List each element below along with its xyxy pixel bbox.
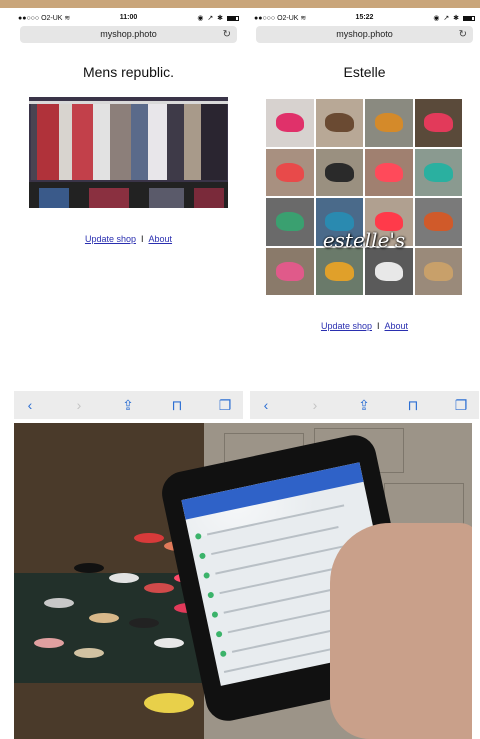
status-bar: ●●○○○ O2-UK ≋ 15:22 ◉ ↗ ✱ [250,12,479,26]
battery-icon [227,15,239,21]
status-glyphs: ◉ ↗ ✱ [197,15,225,22]
collage-tile [365,247,413,295]
sandal [144,693,194,713]
floor-item [194,188,224,208]
shoe-photo-collage [266,99,462,295]
clothing-rack-photo [29,97,228,208]
collage-tile [414,247,462,295]
shop-footer-links: Update shop I About [14,234,243,244]
phone-screen-mens-republic: ●●○○○ O2-UK ≋ 11:00 ◉ ↗ ✱ myshop.photo ↻… [14,8,243,390]
garment [37,104,61,180]
about-link[interactable]: About [149,234,173,244]
collage-tile [365,99,413,147]
address-bar[interactable]: myshop.photo ↻ [256,26,473,43]
top-photo-strip [0,0,480,8]
collage-tile [414,148,462,196]
url-text: myshop.photo [336,29,393,39]
status-icons: ◉ ↗ ✱ [197,14,239,22]
garment [93,104,111,180]
forward-icon[interactable]: › [305,395,325,415]
floor-item [149,188,184,208]
collage-tile [365,148,413,196]
link-separator: I [141,234,144,244]
url-text: myshop.photo [100,29,157,39]
about-link[interactable]: About [385,321,409,331]
sandal [109,573,139,583]
collage-tile [315,247,363,295]
estelles-logo-text: estelle's [322,228,406,252]
collage-tile [315,99,363,147]
floor-item [89,188,129,208]
sandal [129,618,159,628]
update-shop-link[interactable]: Update shop [321,321,372,331]
garment [148,104,168,180]
tabs-icon[interactable]: ❐ [215,395,235,415]
sandal [144,583,174,593]
phone-screen-estelle: ●●○○○ O2-UK ≋ 15:22 ◉ ↗ ✱ myshop.photo ↻… [250,8,479,390]
sandal [154,638,184,648]
sandal [89,613,119,623]
back-icon[interactable]: ‹ [20,395,40,415]
shop-footer-links: Update shop I About [250,321,479,331]
sandal [134,533,164,543]
tabs-icon[interactable]: ❐ [451,395,471,415]
collage-tile [266,148,314,196]
sandal [74,563,104,573]
shop-title: Estelle [343,64,386,80]
sandal [74,648,104,658]
back-icon[interactable]: ‹ [256,395,276,415]
collage-tile [266,99,314,147]
collage-tile [315,148,363,196]
bookmarks-icon[interactable]: ⊓ [403,395,423,415]
clothes-floor [29,182,228,208]
status-bar: ●●○○○ O2-UK ≋ 11:00 ◉ ↗ ✱ [14,12,243,26]
status-icons: ◉ ↗ ✱ [433,14,475,22]
garment [72,104,94,180]
reload-icon[interactable]: ↻ [223,26,231,43]
reload-icon[interactable]: ↻ [459,26,467,43]
browser-toolbar: ‹ › ⇪ ⊓ ❐ [250,391,479,419]
shop-title: Mens republic. [82,64,175,80]
browser-toolbar: ‹ › ⇪ ⊓ ❐ [14,391,243,419]
address-bar[interactable]: myshop.photo ↻ [20,26,237,43]
status-glyphs: ◉ ↗ ✱ [433,15,461,22]
floor-item [39,188,69,208]
market-stall-photo [14,423,472,739]
link-separator: I [377,321,380,331]
share-icon[interactable]: ⇪ [354,395,374,415]
collage-tile [414,99,462,147]
hand [330,523,472,739]
update-shop-link[interactable]: Update shop [85,234,136,244]
garment [59,104,73,180]
sandal [34,638,64,648]
battery-icon [463,15,475,21]
garment [167,104,185,180]
garment [131,104,149,180]
share-icon[interactable]: ⇪ [118,395,138,415]
garment [110,104,132,180]
collage-tile [266,247,314,295]
sandal [44,598,74,608]
garment [184,104,202,180]
forward-icon[interactable]: › [69,395,89,415]
bookmarks-icon[interactable]: ⊓ [167,395,187,415]
garment [201,104,227,180]
